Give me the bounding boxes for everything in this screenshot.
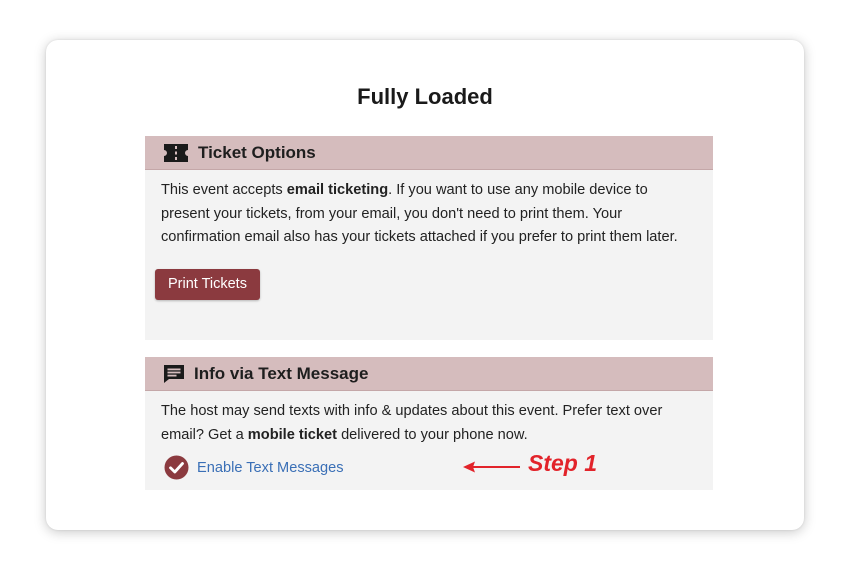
enable-text-messages-row[interactable]: Enable Text Messages	[164, 455, 344, 480]
enable-text-messages-link[interactable]: Enable Text Messages	[197, 460, 344, 476]
ticket-options-section: Ticket Options This event accepts email …	[145, 136, 713, 340]
print-tickets-button[interactable]: Print Tickets	[155, 268, 260, 300]
event-card: Fully Loaded Ticket Options This event a…	[46, 40, 804, 530]
step-annotation-label: Step 1	[528, 450, 598, 476]
ticket-options-description: This event accepts email ticketing. If y…	[161, 182, 678, 245]
ticket-icon	[164, 143, 188, 162]
text-message-title: Info via Text Message	[194, 363, 369, 383]
check-circle-icon	[164, 455, 189, 480]
message-icon	[164, 364, 184, 383]
page-title: Fully Loaded	[357, 84, 493, 109]
ticket-options-title: Ticket Options	[198, 142, 316, 162]
text-message-header: Info via Text Message	[145, 357, 713, 391]
ticket-options-header: Ticket Options	[145, 136, 713, 170]
annotation-arrow-icon	[463, 461, 520, 473]
text-message-description: The host may send texts with info & upda…	[161, 403, 663, 443]
text-message-section: Info via Text Message The host may send …	[145, 357, 713, 490]
